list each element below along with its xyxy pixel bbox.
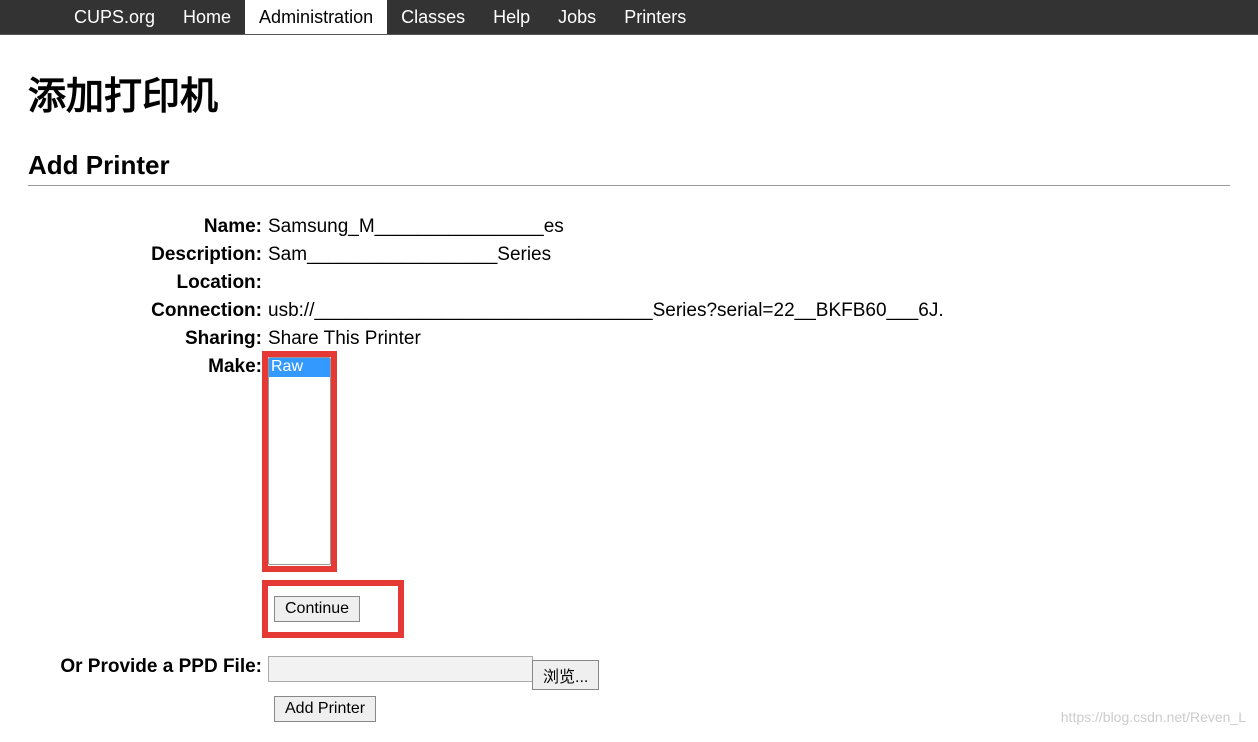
label-name: Name: [28,216,268,238]
row-description: Description: Sam__________________Series [28,244,1230,266]
row-make: Make: Raw [28,356,1230,572]
make-option-raw[interactable]: Raw [269,358,330,377]
add-printer-form: Name: Samsung_M________________es Descri… [28,216,1230,722]
continue-button[interactable]: Continue [274,596,360,622]
page-title-en: Add Printer [28,150,1230,186]
row-name: Name: Samsung_M________________es [28,216,1230,238]
label-make: Make: [28,356,268,378]
add-printer-button[interactable]: Add Printer [274,696,376,722]
value-name: Samsung_M________________es [268,216,1230,238]
nav-cups-org[interactable]: CUPS.org [60,0,169,34]
label-sharing: Sharing: [28,328,268,350]
value-sharing: Share This Printer [268,328,1230,350]
row-ppd: Or Provide a PPD File: 浏览... [28,656,1230,690]
nav-printers[interactable]: Printers [610,0,700,34]
nav-home[interactable]: Home [169,0,245,34]
nav-administration[interactable]: Administration [245,0,387,34]
value-description: Sam__________________Series [268,244,1230,266]
make-highlight-box: Raw [262,351,337,572]
value-make-container: Raw [268,356,1230,572]
label-connection: Connection: [28,300,268,322]
row-connection: Connection: usb://______________________… [28,300,1230,322]
value-ppd: 浏览... [268,656,1230,690]
watermark-text: https://blog.csdn.net/Reven_L [1061,709,1246,725]
label-ppd: Or Provide a PPD File: [28,656,268,678]
top-navbar: CUPS.org Home Administration Classes Hel… [0,0,1258,35]
label-location: Location: [28,272,268,294]
page-title-cn: 添加打印机 [28,65,1230,120]
continue-highlight-box: Continue [262,580,404,638]
ppd-file-input[interactable] [268,656,533,682]
browse-button[interactable]: 浏览... [532,660,599,690]
nav-classes[interactable]: Classes [387,0,479,34]
row-continue: Continue [262,580,1230,638]
label-description: Description: [28,244,268,266]
row-location: Location: [28,272,1230,294]
value-connection: usb://________________________________Se… [268,300,1230,322]
page-content: 添加打印机 Add Printer Name: Samsung_M_______… [0,35,1258,742]
row-sharing: Sharing: Share This Printer [28,328,1230,350]
nav-jobs[interactable]: Jobs [544,0,610,34]
nav-help[interactable]: Help [479,0,544,34]
make-select[interactable]: Raw [268,357,331,565]
